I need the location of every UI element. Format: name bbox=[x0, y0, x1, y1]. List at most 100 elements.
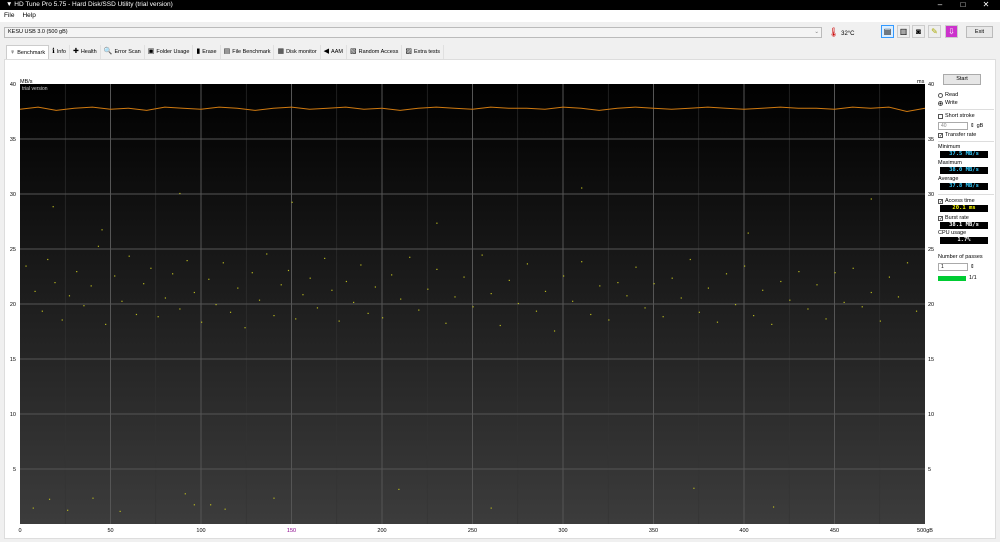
transfer-rate-label: Transfer rate bbox=[945, 132, 977, 138]
x-tick-label: 150 bbox=[287, 528, 296, 534]
access-time-point bbox=[617, 282, 619, 284]
access-time-point bbox=[734, 304, 737, 306]
access-time-point bbox=[266, 253, 268, 255]
y2-tick-label: 40 bbox=[928, 82, 934, 88]
access-time-point bbox=[208, 278, 210, 280]
write-radio-dot bbox=[938, 100, 943, 106]
access-time-point bbox=[61, 319, 63, 321]
access-time-checkbox[interactable]: ✓ Access time bbox=[938, 197, 994, 205]
access-time-point bbox=[409, 256, 411, 258]
access-time-point bbox=[114, 275, 116, 277]
access-time-point bbox=[68, 295, 71, 297]
access-time-point bbox=[291, 201, 293, 203]
minimum-label: Minimum bbox=[938, 144, 961, 150]
access-time-point bbox=[747, 232, 749, 234]
access-time-point bbox=[52, 206, 54, 208]
access-time-point bbox=[302, 294, 304, 296]
access-time-point bbox=[418, 309, 420, 311]
access-time-point bbox=[870, 198, 872, 200]
read-radio[interactable]: Read bbox=[938, 91, 994, 99]
access-time-point bbox=[834, 272, 836, 274]
access-time-point bbox=[798, 271, 800, 273]
access-time-point bbox=[258, 299, 261, 301]
access-time-point bbox=[807, 308, 809, 310]
access-time-point bbox=[229, 311, 232, 313]
access-time-point bbox=[309, 277, 311, 279]
y-tick-label: 20 bbox=[10, 302, 16, 308]
progress-label: 1/1 bbox=[969, 275, 977, 281]
access-time-point bbox=[463, 276, 465, 278]
access-time-point bbox=[789, 299, 791, 301]
access-time-point bbox=[526, 263, 528, 265]
checkmark-icon: ✓ bbox=[938, 215, 944, 222]
access-time-point bbox=[436, 222, 438, 224]
access-time-point bbox=[92, 497, 94, 499]
burst-rate-value: 38.1 MB/s bbox=[940, 222, 988, 229]
spinner-icon[interactable]: ⇕ bbox=[970, 264, 975, 270]
access-time-point bbox=[454, 296, 456, 298]
access-time-point bbox=[244, 327, 246, 329]
checkmark-icon: ✓ bbox=[938, 198, 944, 205]
access-time-point bbox=[172, 273, 174, 275]
x-tick-label: 450 bbox=[830, 528, 839, 534]
access-time-point bbox=[400, 298, 402, 300]
access-time-point bbox=[653, 283, 655, 285]
access-time-point bbox=[273, 497, 275, 499]
benchmark-chart: 0 50 100 150 200 250 300 350 400 450 500gB 5 5 10 10 15… bbox=[10, 79, 934, 534]
average-label: Average bbox=[938, 176, 959, 182]
access-time-point bbox=[210, 504, 212, 506]
access-time-point bbox=[725, 273, 728, 275]
progress-bar bbox=[938, 275, 966, 281]
access-time-point bbox=[83, 305, 85, 307]
write-label: Write bbox=[945, 100, 958, 106]
access-time-point bbox=[186, 260, 188, 262]
passes-input[interactable]: 1 bbox=[938, 262, 968, 271]
access-time-point bbox=[295, 318, 297, 320]
y-tick-label: 25 bbox=[10, 247, 16, 253]
access-time-point bbox=[67, 509, 69, 511]
short-stroke-checkbox[interactable]: Short stroke bbox=[938, 112, 994, 120]
access-time-point bbox=[698, 311, 700, 313]
access-time-point bbox=[367, 312, 369, 314]
x-tick-label: 50 bbox=[107, 528, 113, 534]
access-time-point bbox=[331, 289, 333, 291]
transfer-rate-checkbox[interactable]: ✓ Transfer rate bbox=[938, 131, 994, 139]
access-time-point bbox=[427, 288, 429, 290]
control-panel: Start Read Write Short stroke 40 ⇕ gB ✓ Tra… bbox=[938, 74, 994, 281]
x-tick-label: 200 bbox=[377, 528, 386, 534]
access-time-point bbox=[273, 315, 275, 317]
spinner-icon[interactable]: ⇕ bbox=[970, 123, 975, 129]
burst-rate-checkbox[interactable]: ✓ Burst rate bbox=[938, 214, 994, 222]
checkmark-icon: ✓ bbox=[938, 132, 944, 139]
y2-tick-label: 15 bbox=[928, 357, 934, 363]
access-time-point bbox=[90, 285, 92, 287]
average-value: 37.8 MB/s bbox=[940, 183, 988, 190]
access-time-point bbox=[481, 254, 483, 256]
x-tick-label: 100 bbox=[196, 528, 205, 534]
access-time-point bbox=[157, 316, 159, 318]
access-time-point bbox=[184, 493, 186, 495]
access-time-point bbox=[825, 318, 827, 320]
watermark: trial version bbox=[22, 86, 48, 92]
access-time-point bbox=[391, 274, 393, 276]
access-time-point bbox=[644, 307, 646, 309]
access-time-point bbox=[508, 279, 510, 281]
access-time-point bbox=[338, 320, 340, 322]
access-time-point bbox=[345, 280, 347, 283]
access-time-point bbox=[48, 498, 51, 500]
access-time-point bbox=[251, 272, 253, 274]
maximum-value: 38.0 MB/s bbox=[940, 167, 988, 174]
access-time-point bbox=[689, 258, 691, 261]
access-time-point bbox=[772, 506, 775, 508]
access-time-point bbox=[897, 296, 900, 298]
y2-tick-label: 25 bbox=[928, 247, 934, 253]
y-tick-label: 15 bbox=[10, 357, 16, 363]
short-stroke-input[interactable]: 40 bbox=[938, 121, 968, 130]
access-time-point bbox=[626, 295, 628, 297]
write-radio[interactable]: Write bbox=[938, 99, 994, 107]
y-tick-label: 5 bbox=[13, 467, 16, 473]
checkbox-icon bbox=[938, 113, 943, 119]
start-button[interactable]: Start bbox=[943, 74, 981, 85]
access-time-point bbox=[780, 280, 782, 283]
access-time-point bbox=[572, 300, 574, 302]
